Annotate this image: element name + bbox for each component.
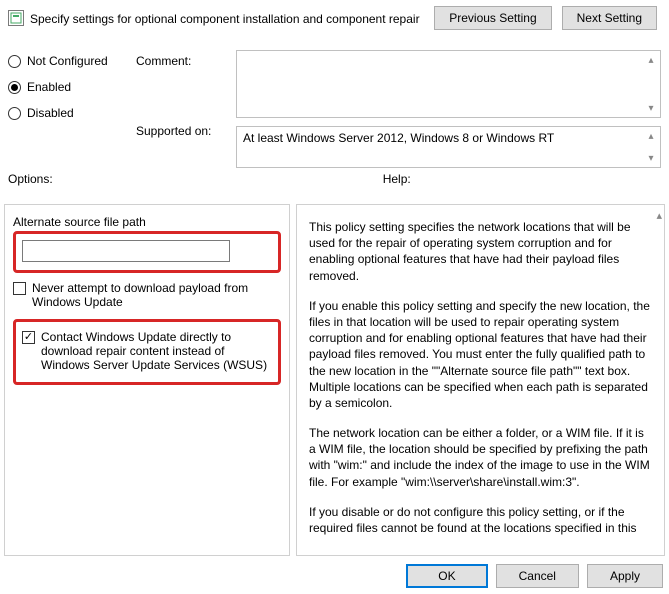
previous-setting-button[interactable]: Previous Setting [434,6,551,30]
help-paragraph: If you enable this policy setting and sp… [309,298,652,411]
radio-label: Not Configured [27,54,108,68]
window-icon [8,10,24,26]
checkbox-label: Never attempt to download payload from W… [32,281,281,309]
comment-textarea[interactable]: ▴ ▾ [236,50,661,118]
highlight-source-path [13,231,281,273]
options-label: Options: [8,172,53,186]
supported-on-text: At least Windows Server 2012, Windows 8 … [236,126,661,168]
radio-not-configured[interactable]: Not Configured [8,54,126,68]
supported-on-value: At least Windows Server 2012, Windows 8 … [243,131,554,145]
help-label: Help: [383,172,411,186]
help-pane: ▴ This policy setting specifies the netw… [296,204,665,556]
radio-label: Disabled [27,106,74,120]
cancel-button[interactable]: Cancel [496,564,579,588]
help-paragraph: This policy setting specifies the networ… [309,219,652,284]
checkbox-icon [13,282,26,295]
radio-icon [8,107,21,120]
checkbox-label: Contact Windows Update directly to downl… [41,330,270,372]
ok-button[interactable]: OK [406,564,487,588]
scroll-down-icon[interactable]: ▾ [643,150,659,166]
radio-disabled[interactable]: Disabled [8,106,126,120]
radio-icon [8,81,21,94]
radio-icon [8,55,21,68]
alternate-source-path-label: Alternate source file path [13,215,281,229]
help-paragraph: If you disable or do not configure this … [309,504,652,536]
alternate-source-path-input[interactable] [22,240,230,262]
comment-label: Comment: [136,54,226,68]
scroll-up-icon[interactable]: ▴ [643,52,659,68]
checkbox-icon [22,331,35,344]
highlight-contact-wu: Contact Windows Update directly to downl… [13,319,281,385]
window-title: Specify settings for optional component … [30,10,428,26]
radio-enabled[interactable]: Enabled [8,80,126,94]
never-download-checkbox-row[interactable]: Never attempt to download payload from W… [13,281,281,309]
options-pane: Alternate source file path Never attempt… [4,204,290,556]
apply-button[interactable]: Apply [587,564,663,588]
contact-wu-checkbox-row[interactable]: Contact Windows Update directly to downl… [22,330,270,372]
scroll-up-icon[interactable]: ▴ [656,209,662,224]
radio-label: Enabled [27,80,71,94]
scroll-up-icon[interactable]: ▴ [643,128,659,144]
next-setting-button[interactable]: Next Setting [562,6,657,30]
supported-on-label: Supported on: [136,124,226,138]
help-paragraph: The network location can be either a fol… [309,425,652,490]
scroll-down-icon[interactable]: ▾ [643,100,659,116]
